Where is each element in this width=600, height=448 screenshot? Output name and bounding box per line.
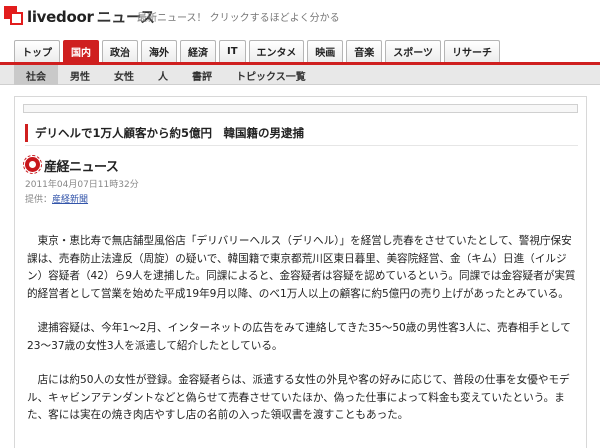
tab-world[interactable]: 海外	[141, 40, 177, 62]
subtab-people[interactable]: 人	[146, 65, 180, 85]
article-paragraph: 逮捕容疑は、今年1～2月、インターネットの広告をみて連絡してきた35～50歳の男…	[27, 322, 571, 352]
article-headline: デリヘルで1万人顧客から約5億円 韓国籍の男逮捕	[25, 124, 578, 142]
subtab-women[interactable]: 女性	[102, 65, 146, 85]
tab-entertainment[interactable]: エンタメ	[248, 40, 305, 62]
tab-music[interactable]: 音楽	[346, 40, 383, 62]
livedoor-logo-icon	[4, 6, 24, 26]
provider-label: 提供：	[25, 195, 53, 205]
article-paragraph: 東京・恵比寿で無店舗型風俗店「デリバリーヘルス（デリヘル）」を経営し売春をさせて…	[27, 235, 576, 300]
livedoor-logo[interactable]: livedoor ニュース	[4, 6, 155, 26]
sub-navigation: 社会 男性 女性 人 書評 トピックス一覧	[0, 65, 600, 85]
category-tabs: トップ 国内 政治 海外 経済 IT エンタメ 映画 音楽 スポーツ リサーチ	[14, 40, 503, 62]
tab-sports[interactable]: スポーツ	[385, 40, 442, 62]
subtab-book-review[interactable]: 書評	[180, 65, 224, 85]
subtab-men[interactable]: 男性	[58, 65, 102, 85]
article-date: 2011年04月07日11時32分	[25, 180, 139, 190]
subtab-topics-list[interactable]: トピックス一覧	[224, 65, 318, 85]
ad-banner-placeholder	[23, 104, 578, 113]
article-frame: デリヘルで1万人顧客から約5億円 韓国籍の男逮捕 産経ニュース 2011年04月…	[14, 96, 587, 448]
article-paragraph: 店には約50人の女性が登録。金容疑者らは、派遣する女性の外見や客の好みに応じて、…	[27, 374, 570, 421]
tab-politics[interactable]: 政治	[102, 40, 138, 62]
site-header: livedoor ニュース 最新ニュース！ クリックするほどよく分かる	[0, 0, 600, 40]
tab-it[interactable]: IT	[219, 40, 246, 62]
source-name: 産経ニュース	[44, 159, 119, 175]
provider-link[interactable]: 産経新聞	[52, 195, 88, 205]
tab-top[interactable]: トップ	[14, 40, 60, 62]
tab-research[interactable]: リサーチ	[444, 40, 501, 62]
tab-movies[interactable]: 映画	[307, 40, 344, 62]
logo-text: livedoor ニュース	[27, 7, 155, 26]
sankei-logo-icon	[23, 155, 42, 174]
tab-domestic[interactable]: 国内	[63, 40, 99, 62]
subtab-society[interactable]: 社会	[14, 65, 58, 85]
headline-divider	[25, 145, 578, 146]
site-tagline: 最新ニュース！ クリックするほどよく分かる	[137, 13, 340, 24]
article-provider: 提供：産経新聞	[25, 192, 88, 205]
source-logo[interactable]: 産経ニュース	[23, 155, 119, 175]
article-body: 東京・恵比寿で無店舗型風俗店「デリバリーヘルス（デリヘル）」を経営し売春をさせて…	[27, 233, 580, 442]
tab-economy[interactable]: 経済	[180, 40, 216, 62]
